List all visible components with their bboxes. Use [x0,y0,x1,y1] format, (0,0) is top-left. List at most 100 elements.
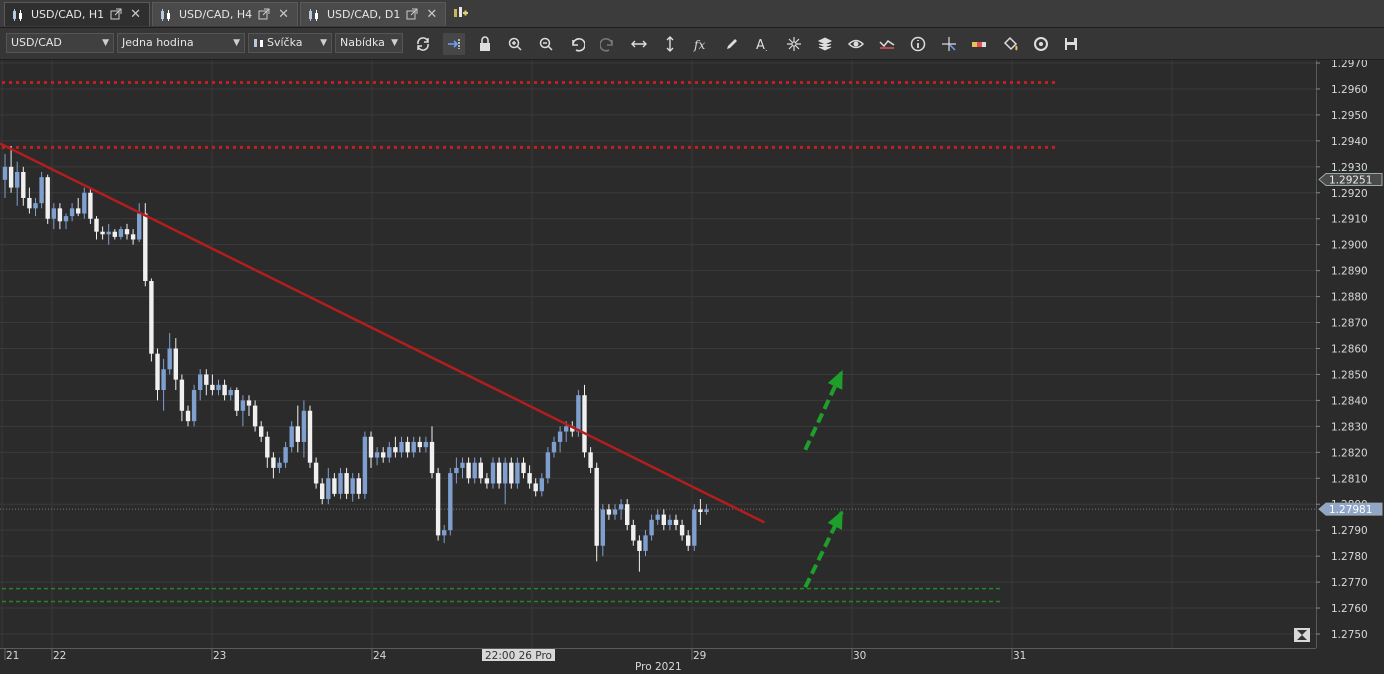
candle-body[interactable] [454,467,459,474]
candle-body[interactable] [88,192,93,219]
candle-body[interactable] [545,452,551,479]
candle-body[interactable] [167,348,172,370]
candle-body[interactable] [527,473,532,484]
undock-icon[interactable] [406,8,420,22]
candle-body[interactable] [155,353,160,391]
candlestick-chart[interactable]: 1.27501.27601.27701.27801.27901.28001.28… [0,60,1384,674]
candle-body[interactable] [704,509,709,513]
auto-scroll-icon[interactable] [443,33,465,55]
text-icon[interactable]: A. [752,33,774,55]
candle-body[interactable] [588,452,593,468]
candle-body[interactable] [21,172,26,198]
candle-body[interactable] [350,478,355,494]
save-icon[interactable] [1060,33,1082,55]
oscillator-icon[interactable] [876,33,898,55]
vertical-line-icon[interactable] [659,33,681,55]
candle-body[interactable] [539,478,544,492]
candle-body[interactable] [118,229,124,237]
candle-body[interactable] [216,384,221,391]
horizontal-line-icon[interactable] [628,33,650,55]
candle-body[interactable] [338,473,343,494]
candle-body[interactable] [45,177,50,219]
candle-body[interactable] [149,281,154,354]
candle-body[interactable] [33,203,38,209]
eye-icon[interactable] [845,33,867,55]
candle-body[interactable] [76,208,81,214]
candle-body[interactable] [320,483,325,500]
candle-body[interactable] [655,514,660,520]
candle-body[interactable] [362,436,368,494]
candle-body[interactable] [551,441,557,453]
candle-body[interactable] [2,166,8,180]
candle-body[interactable] [448,473,453,531]
info-icon[interactable] [907,33,929,55]
candle-body[interactable] [271,457,276,468]
candle-body[interactable] [228,390,233,396]
candle-body[interactable] [137,213,142,240]
candle-body[interactable] [435,473,441,536]
candle-body[interactable] [374,452,380,458]
candle-body[interactable] [265,436,270,458]
candle-body[interactable] [289,426,294,448]
candle-body[interactable] [472,462,477,479]
candle-body[interactable] [582,395,587,453]
candle-body[interactable] [27,197,32,209]
candle-body[interactable] [484,478,490,484]
candle-body[interactable] [393,447,398,453]
candle-body[interactable] [277,462,282,468]
candle-body[interactable] [100,231,105,235]
candle-body[interactable] [557,431,563,442]
candle-body[interactable] [679,524,685,536]
candle-body[interactable] [698,509,703,513]
circle-icon[interactable] [1030,33,1052,55]
candle-body[interactable] [234,390,239,411]
candle-body[interactable] [313,462,319,484]
candle-body[interactable] [51,208,56,219]
candle-body[interactable] [594,467,599,546]
candle-body[interactable] [344,473,349,494]
add-chart-icon[interactable] [452,5,468,21]
candle-body[interactable] [63,216,69,222]
crosshair-icon[interactable] [783,33,805,55]
zoom-out-icon[interactable] [535,33,557,55]
candle-body[interactable] [399,441,404,453]
candle-body[interactable] [204,374,209,385]
candle-body[interactable] [442,530,447,536]
pencil-icon[interactable] [721,33,743,55]
candle-body[interactable] [643,535,648,551]
candle-body[interactable] [649,519,654,536]
candle-body[interactable] [8,166,14,188]
candle-body[interactable] [210,384,215,391]
candle-body[interactable] [692,509,697,546]
candle-body[interactable] [69,208,75,217]
refresh-icon[interactable] [412,33,434,55]
candle-body[interactable] [460,462,465,468]
candle-body[interactable] [173,348,178,380]
candle-body[interactable] [326,478,331,500]
candle-body[interactable] [637,540,642,551]
candle-body[interactable] [509,462,514,484]
candle-body[interactable] [161,369,166,391]
candle-body[interactable] [564,426,569,432]
candle-body[interactable] [515,462,520,484]
candle-body[interactable] [503,462,508,484]
candle-body[interactable] [667,519,673,525]
candle-body[interactable] [533,483,538,492]
candle-body[interactable] [179,379,185,411]
close-icon[interactable]: ✕ [130,7,141,22]
candle-body[interactable] [466,462,471,479]
candle-body[interactable] [521,462,526,474]
candle-body[interactable] [57,208,63,222]
candle-body[interactable] [106,231,111,235]
candle-body[interactable] [612,509,618,515]
candle-body[interactable] [686,535,691,546]
candle-body[interactable] [94,218,99,232]
tab-usdcad-d1[interactable]: USD/CAD, D1 ✕ [300,2,446,26]
close-icon[interactable]: ✕ [278,7,289,22]
chart-area[interactable]: 1.27501.27601.27701.27801.27901.28001.28… [0,60,1384,674]
candle-body[interactable] [417,441,422,448]
candle-body[interactable] [387,447,392,458]
candle-body[interactable] [600,509,605,546]
candle-body[interactable] [368,436,374,458]
candle-body[interactable] [39,177,44,204]
